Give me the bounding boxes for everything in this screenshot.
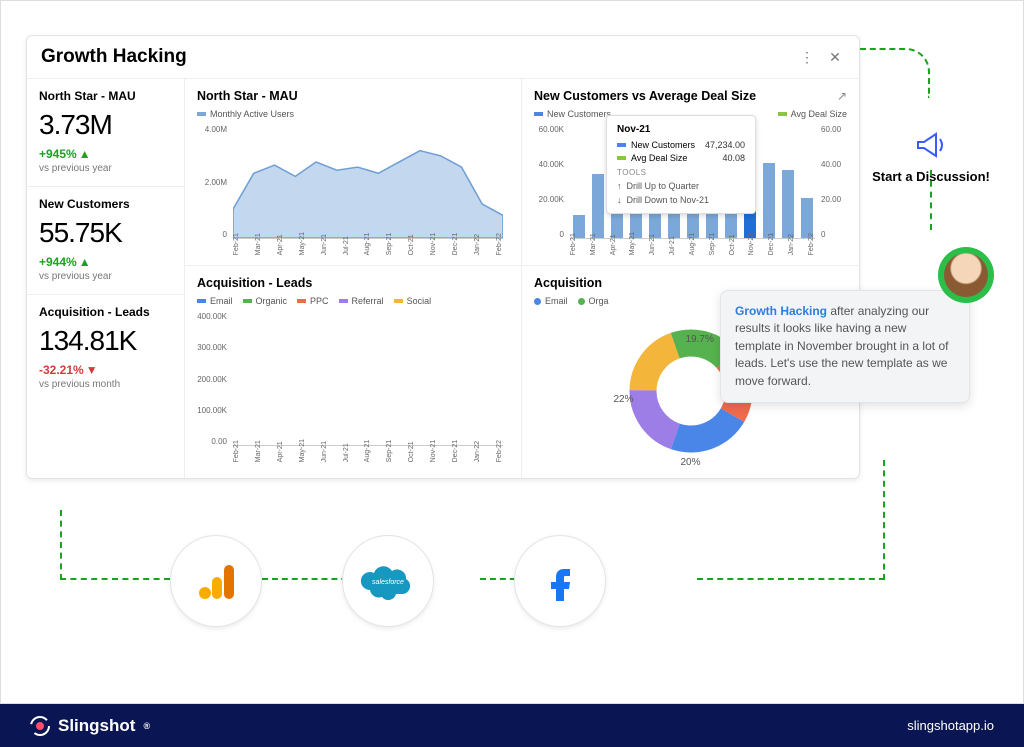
metric-delta: +945%▲ — [39, 147, 172, 161]
integrations-row: salesforce — [170, 535, 606, 627]
donut-label: 19.7% — [686, 334, 714, 345]
y-axis-right: 60.00 40.00 20.00 0 — [817, 125, 847, 239]
metric-title: Acquisition - Leads — [39, 305, 172, 319]
y-axis: 400.00K 300.00K 200.00K 100.00K 0.00 — [197, 312, 231, 446]
arrow-up-icon: ▲ — [79, 255, 91, 269]
metric-title: North Star - MAU — [39, 89, 172, 103]
donut-label: 20% — [681, 457, 701, 468]
charts-column: North Star - MAU Monthly Active Users 4.… — [185, 79, 859, 478]
legend-label: Avg Deal Size — [791, 109, 847, 119]
arrow-down-icon: ↓ — [617, 195, 622, 205]
arrow-down-icon: ▼ — [86, 363, 98, 377]
chart-tooltip: Nov-21 New Customers 47,234.00 Avg Deal … — [606, 115, 756, 214]
chart-body: 60.00K 40.00K 20.00K 0 60.00 40.00 20.00… — [534, 123, 847, 253]
connector-line — [860, 48, 930, 98]
legend-label: Monthly Active Users — [210, 109, 294, 119]
metric-sub: vs previous year — [39, 271, 172, 282]
chart-body: 400.00K 300.00K 200.00K 100.00K 0.00 Feb… — [197, 310, 509, 460]
dashboard-header: Growth Hacking ⋮ ✕ — [27, 36, 859, 79]
x-axis: Feb-21Mar-21Apr-21May-21Jun-21Jul-21Aug-… — [233, 439, 503, 462]
dashboard-panel: Growth Hacking ⋮ ✕ North Star - MAU 3.73… — [26, 35, 860, 479]
connector-line — [60, 510, 62, 580]
dashboard-body: North Star - MAU 3.73M +945%▲ vs previou… — [27, 79, 859, 478]
close-icon[interactable]: ✕ — [825, 47, 845, 67]
footer: Slingshot® slingshotapp.io — [0, 704, 1024, 747]
metrics-column: North Star - MAU 3.73M +945%▲ vs previou… — [27, 79, 185, 478]
y-axis: 4.00M 2.00M 0 — [197, 125, 231, 239]
metric-mau[interactable]: North Star - MAU 3.73M +945%▲ vs previou… — [27, 79, 184, 187]
chart-title: North Star - MAU — [197, 89, 509, 103]
metric-delta: -32.21%▼ — [39, 363, 172, 377]
connector-line — [60, 578, 170, 580]
legend-label: New Customers — [547, 109, 611, 119]
metric-new-customers[interactable]: New Customers 55.75K +944%▲ vs previous … — [27, 187, 184, 295]
chart-title: Acquisition - Leads — [197, 276, 509, 290]
chart-north-star[interactable]: North Star - MAU Monthly Active Users 4.… — [185, 79, 522, 266]
arrow-up-icon: ▲ — [79, 147, 91, 161]
brand: Slingshot® — [30, 716, 150, 736]
metric-sub: vs previous month — [39, 379, 172, 390]
metric-delta: +944%▲ — [39, 255, 172, 269]
expand-icon[interactable]: ↗ — [837, 89, 847, 103]
chart-title: New Customers vs Average Deal Size — [534, 89, 847, 103]
connector-line — [930, 170, 932, 230]
metric-value: 134.81K — [39, 325, 172, 357]
integration-salesforce[interactable]: salesforce — [342, 535, 434, 627]
arrow-up-icon: ↑ — [617, 181, 622, 191]
connector-line — [697, 578, 885, 580]
metric-value: 3.73M — [39, 109, 172, 141]
tooltip-tools-label: TOOLS — [617, 168, 745, 177]
megaphone-icon — [866, 130, 996, 163]
drill-up-link[interactable]: ↑Drill Up to Quarter — [617, 181, 745, 191]
brand-icon — [30, 716, 50, 736]
donut-label: 22% — [614, 394, 634, 405]
metric-title: New Customers — [39, 197, 172, 211]
chart-title: Acquisition — [534, 276, 847, 290]
metric-value: 55.75K — [39, 217, 172, 249]
connector-line — [883, 460, 885, 580]
y-axis-left: 60.00K 40.00K 20.00K 0 — [534, 125, 568, 239]
avatar[interactable] — [938, 247, 994, 303]
bars — [233, 312, 503, 445]
chart-legend: Monthly Active Users — [197, 109, 509, 119]
tooltip-row: New Customers 47,234.00 — [617, 140, 745, 150]
x-axis: Feb-21Mar-21Apr-21May-21Jun-21Jul-21Aug-… — [570, 232, 815, 255]
plot-area — [233, 312, 503, 446]
chart-new-customers-deal[interactable]: ↗ New Customers vs Average Deal Size New… — [522, 79, 859, 266]
tooltip-title: Nov-21 — [617, 124, 745, 135]
footer-url: slingshotapp.io — [907, 718, 994, 733]
plot-area — [233, 125, 503, 239]
comment-bubble: Growth Hacking after analyzing our resul… — [720, 290, 970, 403]
chart-legend: EmailOrganicPPCReferralSocial — [197, 296, 509, 306]
integration-google-analytics[interactable] — [170, 535, 262, 627]
svg-text:salesforce: salesforce — [372, 579, 404, 586]
dashboard-title: Growth Hacking — [41, 46, 789, 68]
brand-name: Slingshot — [58, 716, 135, 736]
tooltip-row: Avg Deal Size 40.08 — [617, 153, 745, 163]
comment-highlight: Growth Hacking — [735, 304, 827, 318]
drill-down-link[interactable]: ↓Drill Down to Nov-21 — [617, 195, 745, 205]
chart-body: 4.00M 2.00M 0 Feb-21Mar-21Apr-21May-21Ju… — [197, 123, 509, 253]
integration-facebook[interactable] — [514, 535, 606, 627]
metric-leads[interactable]: Acquisition - Leads 134.81K -32.21%▼ vs … — [27, 295, 184, 402]
more-icon[interactable]: ⋮ — [797, 47, 817, 67]
chart-acquisition-leads[interactable]: Acquisition - Leads EmailOrganicPPCRefer… — [185, 266, 522, 478]
x-axis: Feb-21Mar-21Apr-21May-21Jun-21Jul-21Aug-… — [233, 232, 503, 255]
metric-sub: vs previous year — [39, 163, 172, 174]
